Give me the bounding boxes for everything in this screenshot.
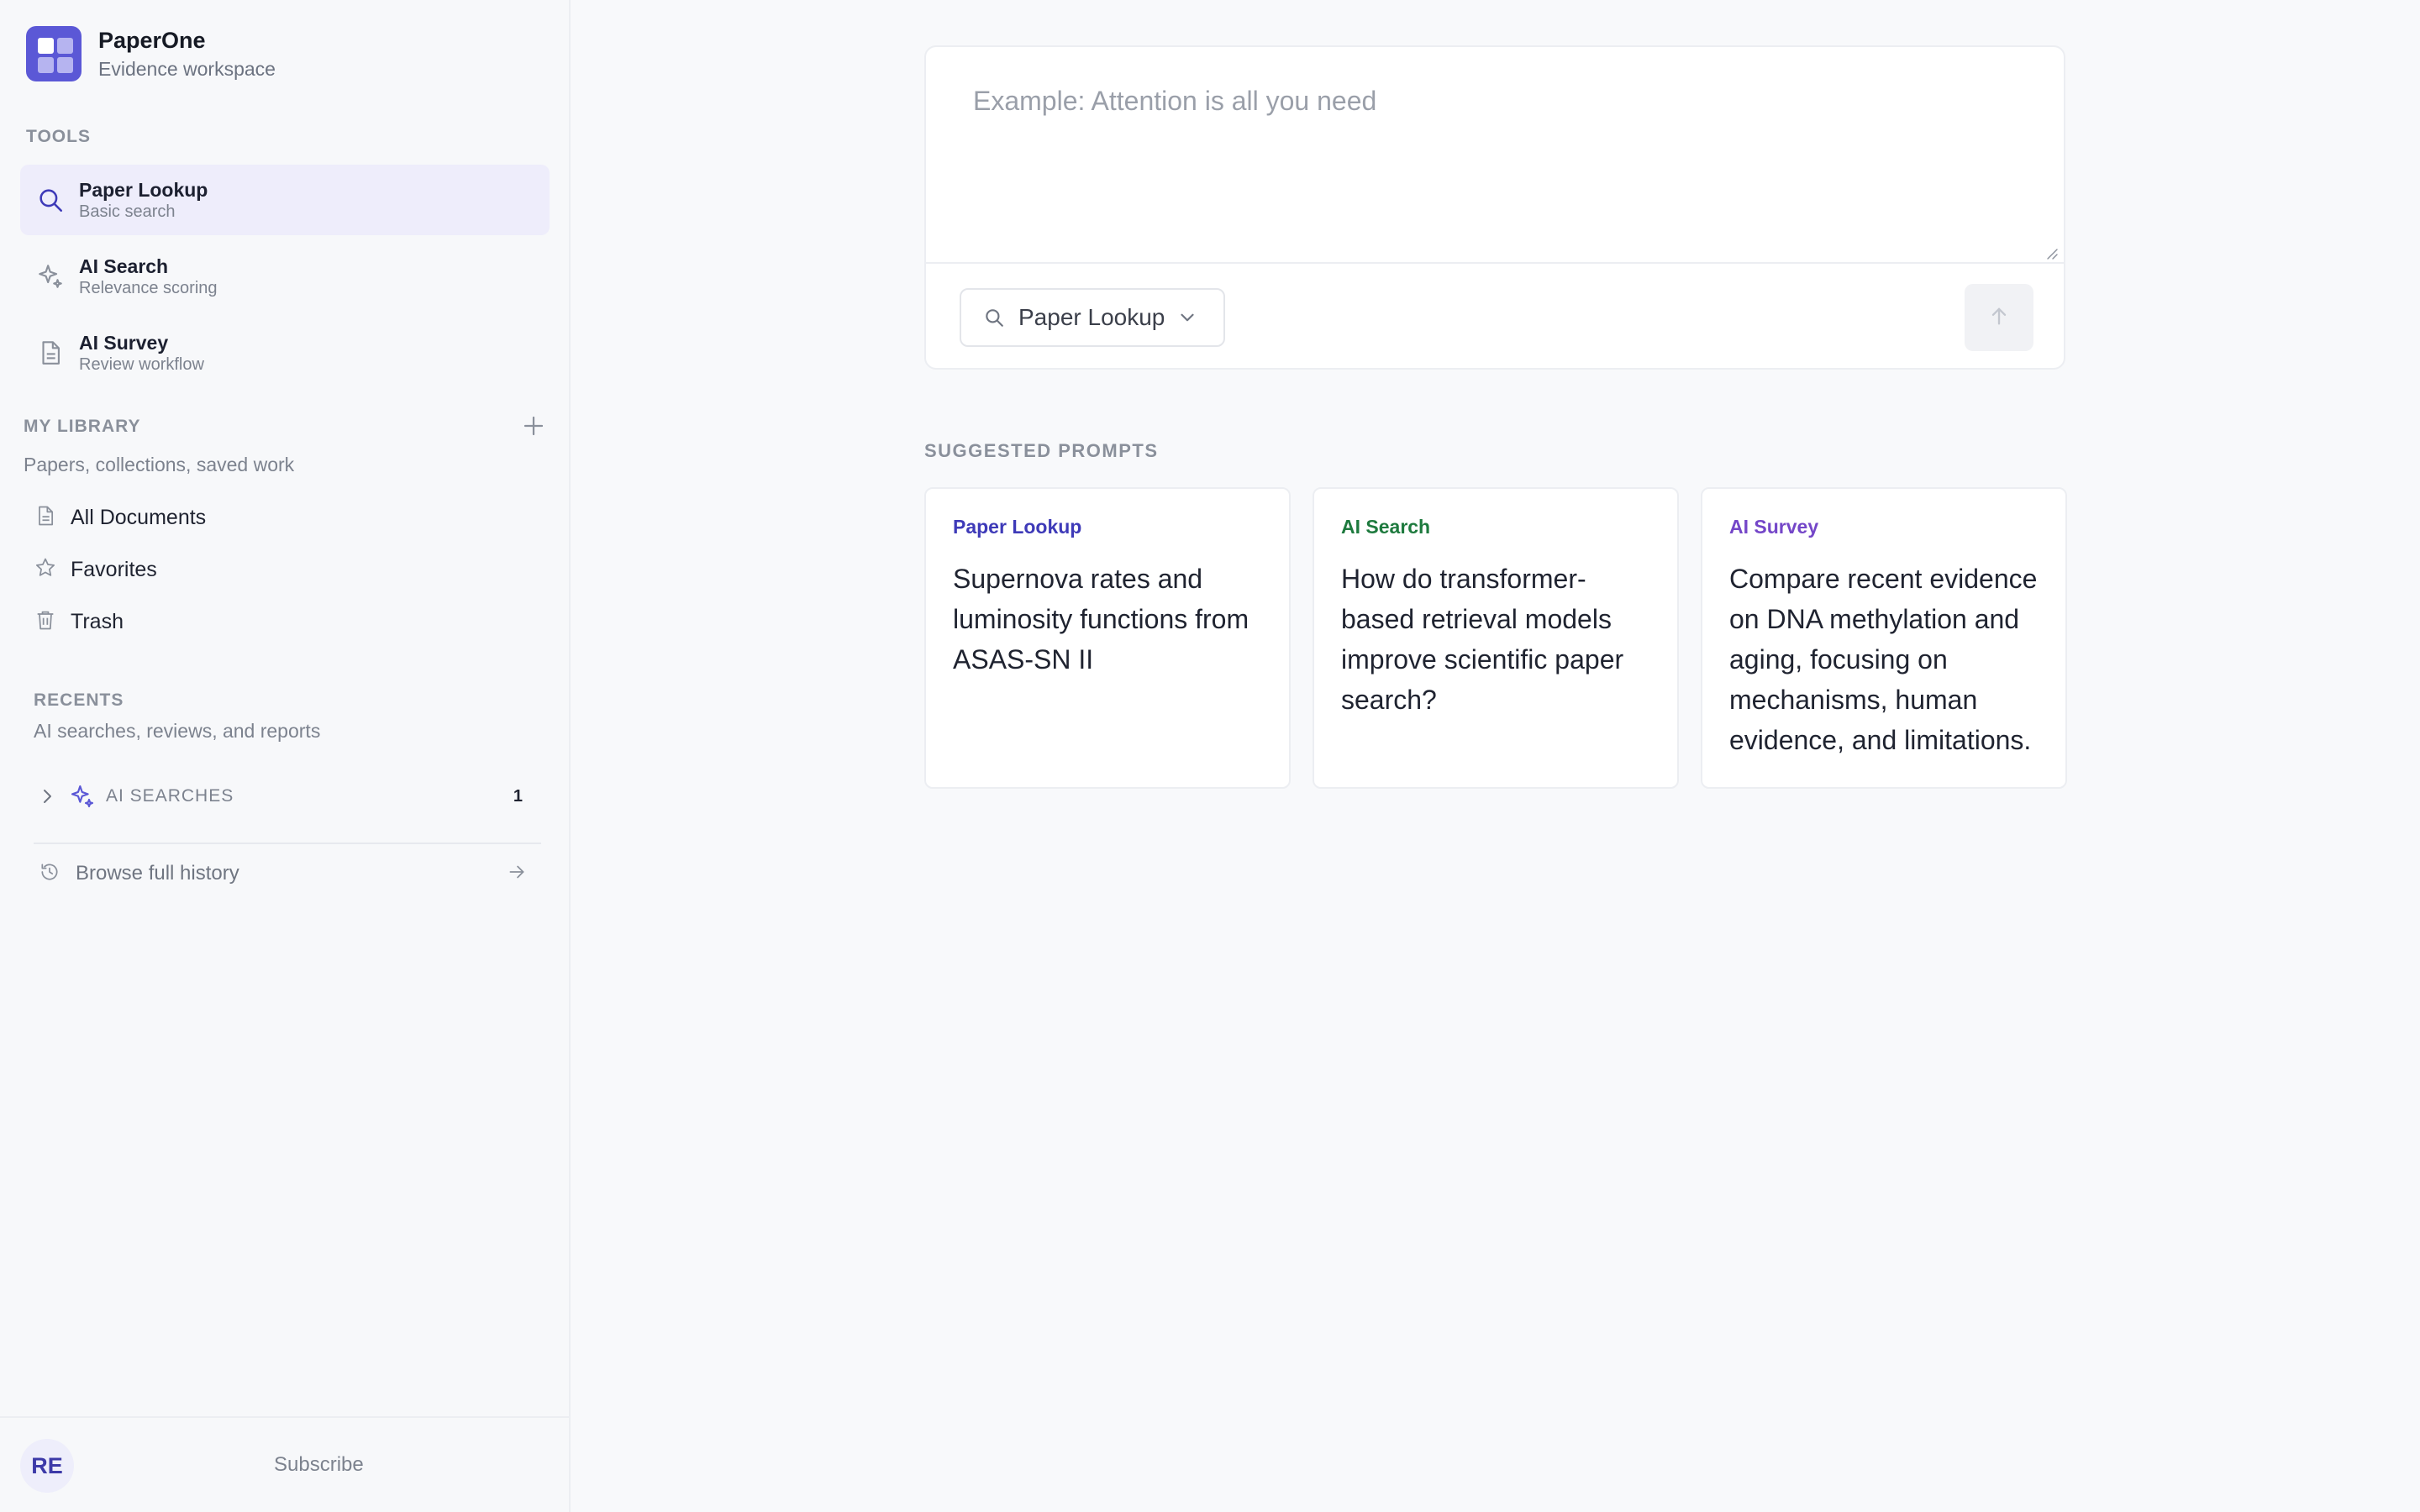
ai-searches-count: 1 (513, 786, 523, 806)
star-icon (34, 556, 57, 584)
app-subtitle: Evidence workspace (98, 58, 276, 80)
sparkle-icon (35, 261, 66, 291)
library-favorites[interactable]: Favorites (34, 551, 157, 588)
tool-paper-lookup[interactable]: Paper Lookup Basic search (20, 165, 550, 235)
library-section-label: MY LIBRARY (24, 417, 141, 436)
recents-ai-searches-group[interactable]: AI SEARCHES 1 (37, 778, 538, 815)
prompt-text: How do transformer-based retrieval model… (1341, 564, 1624, 715)
trash-icon (34, 608, 57, 636)
document-icon (35, 338, 66, 368)
chevron-right-icon[interactable] (37, 786, 57, 806)
library-description: Papers, collections, saved work (24, 454, 295, 475)
history-icon (39, 861, 60, 887)
app-title: PaperOne (98, 28, 206, 53)
tool-ai-survey[interactable]: AI Survey Review workflow (20, 318, 550, 388)
suggested-prompt-card[interactable]: AI Search How do transformer-based retri… (1313, 487, 1679, 789)
chevron-down-icon (1176, 307, 1198, 328)
suggested-prompt-card[interactable]: AI Survey Compare recent evidence on DNA… (1701, 487, 2067, 789)
composer-divider (926, 262, 2064, 264)
prompt-tag: AI Search (1341, 516, 1431, 538)
sidebar: PaperOne Evidence workspace TOOLS Paper … (0, 0, 571, 1512)
tools-section-label: TOOLS (26, 127, 91, 146)
library-all-documents[interactable]: All Documents (34, 499, 206, 536)
app-logo-icon (26, 26, 82, 81)
library-item-label: Trash (71, 609, 124, 633)
library-trash[interactable]: Trash (34, 603, 124, 640)
suggested-prompt-card[interactable]: Paper Lookup Supernova rates and luminos… (924, 487, 1291, 789)
submit-button[interactable] (1965, 284, 2033, 351)
tool-title: AI Search (79, 255, 169, 277)
tool-ai-search[interactable]: AI Search Relevance scoring (20, 241, 550, 312)
recents-section-label: RECENTS (34, 690, 124, 710)
resize-handle-icon[interactable] (2045, 247, 2059, 260)
arrow-right-icon (506, 861, 528, 887)
library-item-label: Favorites (71, 557, 157, 581)
tool-subtitle: Basic search (79, 202, 176, 221)
arrow-up-icon (1987, 304, 2011, 332)
search-icon (983, 307, 1005, 328)
sparkle-icon (69, 783, 96, 810)
subscribe-button[interactable]: Subscribe (274, 1453, 364, 1477)
ai-searches-label: AI SEARCHES (106, 786, 234, 806)
browse-history-link[interactable]: Browse full history (39, 855, 538, 892)
prompt-tag: AI Survey (1729, 516, 1819, 538)
library-item-label: All Documents (71, 505, 207, 529)
prompt-text: Supernova rates and luminosity functions… (953, 564, 1249, 675)
search-mode-label: Paper Lookup (1018, 304, 1165, 330)
brand[interactable]: PaperOne Evidence workspace (26, 26, 276, 81)
avatar[interactable]: RE (20, 1439, 74, 1493)
browse-history-label: Browse full history (76, 862, 239, 885)
divider (34, 843, 541, 844)
query-input[interactable] (926, 47, 2064, 262)
search-mode-select[interactable]: Paper Lookup (960, 288, 1225, 347)
query-composer: Paper Lookup (924, 45, 2065, 370)
prompt-tag: Paper Lookup (953, 516, 1082, 538)
document-icon (34, 504, 57, 532)
add-collection-icon[interactable] (521, 413, 546, 438)
footer-divider (0, 1416, 571, 1418)
suggested-prompts-label: SUGGESTED PROMPTS (924, 440, 1159, 461)
tool-subtitle: Review workflow (79, 355, 204, 374)
search-icon (35, 185, 66, 215)
tool-title: AI Survey (79, 332, 169, 354)
prompt-text: Compare recent evidence on DNA methylati… (1729, 564, 2038, 755)
tool-subtitle: Relevance scoring (79, 279, 218, 297)
tool-title: Paper Lookup (79, 179, 208, 201)
recents-description: AI searches, reviews, and reports (34, 720, 321, 742)
